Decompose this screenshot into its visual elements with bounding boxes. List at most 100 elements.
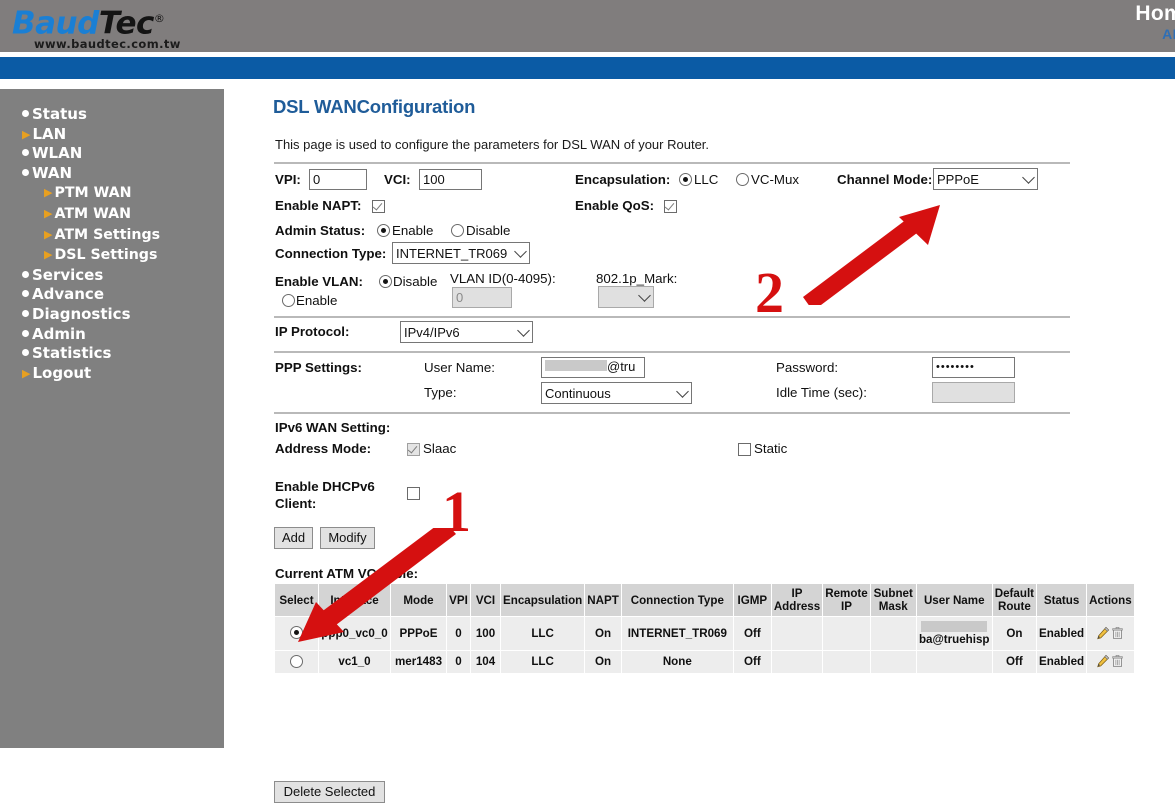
sidebar-item-dsl-settings[interactable]: ▶ DSL Settings	[0, 245, 224, 266]
row-actions-cell	[1086, 650, 1135, 674]
atm-vc-table: Select Interface Mode VPI VCI Encapsulation NA…	[274, 583, 1135, 674]
encapsulation-vcmux-radio[interactable]	[736, 173, 749, 186]
ip-protocol-select[interactable]: IPv4/IPv6	[400, 321, 533, 343]
page-title: DSL WANConfiguration	[273, 96, 476, 117]
encapsulation-vcmux-label: VC-Mux	[751, 172, 800, 187]
edit-pencil-icon[interactable]	[1096, 654, 1110, 668]
sidebar-item-advance[interactable]: Advance	[0, 285, 224, 305]
delete-trash-icon[interactable]	[1111, 626, 1124, 640]
address-mode-static-checkbox[interactable]	[738, 443, 751, 456]
blue-divider-bar	[0, 57, 1175, 79]
cell-interface: ppp0_vc0_0	[318, 616, 391, 651]
cell-status: Enabled	[1036, 616, 1088, 651]
sidebar-item-logout[interactable]: ▶ Logout	[0, 364, 224, 384]
logo-baud-text: Baud	[12, 5, 99, 42]
idle-time-input[interactable]	[932, 382, 1015, 403]
cell-interface: vc1_0	[318, 650, 391, 674]
divider-top	[274, 162, 1070, 164]
admin-status-disable-radio[interactable]	[451, 224, 464, 237]
cell-user-name: ba@truehisp	[915, 616, 993, 651]
address-mode-label: Address Mode:	[275, 441, 372, 456]
column-header-napt: NAPT	[584, 583, 622, 617]
column-header-actions: Actions	[1086, 583, 1135, 617]
sidebar-item-atm-settings[interactable]: ▶ ATM Settings	[0, 225, 224, 246]
vpi-input[interactable]	[309, 169, 367, 190]
cell-igmp: Off	[732, 616, 772, 651]
sidebar-item-label: Advance	[32, 285, 104, 304]
row-select-radio[interactable]	[290, 626, 303, 639]
channel-mode-select[interactable]: PPPoE	[933, 168, 1038, 190]
vlan-id-input[interactable]	[452, 287, 512, 308]
ppp-type-select[interactable]: Continuous	[541, 382, 692, 404]
cell-mode: PPPoE	[390, 616, 447, 651]
bullet-icon	[22, 168, 29, 176]
sidebar-item-label: WLAN	[32, 144, 83, 163]
address-mode-slaac-checkbox[interactable]	[407, 443, 420, 456]
password-label: Password:	[776, 360, 839, 375]
baudtec-logo[interactable]: BaudTec® www.baudtec.com.tw	[12, 2, 222, 51]
connection-type-label: Connection Type:	[275, 246, 387, 261]
column-header-user-name: User Name	[915, 583, 993, 617]
home-link[interactable]: Hom	[1135, 3, 1175, 24]
column-header-status: Status	[1036, 583, 1088, 617]
add-button[interactable]: Add	[274, 527, 313, 549]
cell-default-route: Off	[991, 650, 1038, 674]
row-select-radio[interactable]	[290, 654, 303, 668]
sidebar-item-label: Statistics	[32, 344, 112, 363]
admin-status-disable-label: Disable	[466, 223, 511, 238]
cell-user-name-text: ba@truehisp	[918, 633, 990, 646]
sidebar-item-ptm-wan[interactable]: ▶ PTM WAN	[0, 183, 224, 204]
sidebar-item-diagnostics[interactable]: Diagnostics	[0, 305, 224, 325]
connection-type-select[interactable]: INTERNET_TR069	[392, 242, 530, 264]
triangle-right-icon: ▶	[22, 127, 31, 141]
modify-button[interactable]: Modify	[320, 527, 375, 549]
triangle-right-icon: ▶	[44, 206, 53, 220]
dhcpv6-client-checkbox[interactable]	[407, 487, 420, 500]
admin-status-enable-radio[interactable]	[377, 224, 390, 237]
sidebar-item-status[interactable]: Status	[0, 105, 224, 125]
sidebar-item-statistics[interactable]: Statistics	[0, 344, 224, 364]
cell-encapsulation: LLC	[499, 650, 586, 674]
enable-vlan-disable-label: Disable	[393, 274, 438, 289]
cell-vpi: 0	[446, 616, 471, 651]
edit-pencil-icon[interactable]	[1096, 626, 1110, 640]
column-header-encapsulation: Encapsulation	[499, 583, 586, 617]
sidebar-item-label: Services	[32, 265, 104, 284]
password-input[interactable]: ••••••••	[932, 357, 1015, 378]
delete-selected-button[interactable]: Delete Selected	[274, 781, 385, 803]
enable-napt-checkbox[interactable]	[372, 200, 385, 213]
sidebar-item-lan[interactable]: ▶ LAN	[0, 125, 224, 145]
logo-wordmark: BaudTec®	[12, 2, 222, 40]
vci-label: VCI:	[384, 172, 411, 187]
delete-trash-icon[interactable]	[1111, 654, 1124, 668]
sidebar-item-wlan[interactable]: WLAN	[0, 144, 224, 164]
enable-qos-checkbox[interactable]	[664, 200, 677, 213]
user-name-input[interactable]: @tru	[541, 357, 645, 378]
sidebar-item-admin[interactable]: Admin	[0, 325, 224, 345]
column-header-subnet-mask: Subnet Mask	[869, 583, 917, 617]
cell-vci: 104	[470, 650, 501, 674]
dot1p-mark-select[interactable]	[598, 286, 654, 308]
ip-protocol-value: IPv4/IPv6	[404, 325, 460, 340]
encapsulation-label: Encapsulation:	[575, 172, 671, 187]
sidebar-item-label: Status	[32, 105, 87, 123]
sidebar-item-services[interactable]: Services	[0, 266, 224, 286]
idle-time-label: Idle Time (sec):	[776, 385, 867, 400]
encapsulation-llc-radio[interactable]	[679, 173, 692, 186]
dot1p-mark-label: 802.1p_Mark:	[596, 271, 678, 286]
divider-ppp	[274, 351, 1070, 353]
page-description: This page is used to configure the param…	[275, 137, 710, 152]
cell-encapsulation: LLC	[499, 616, 586, 651]
cell-default-route: On	[991, 616, 1038, 651]
sidebar-item-wan[interactable]: WAN	[0, 164, 224, 184]
annotation-number-2: 2	[755, 260, 784, 325]
sidebar-item-atm-wan[interactable]: ▶ ATM WAN	[0, 204, 224, 225]
vci-input[interactable]	[419, 169, 482, 190]
cell-mode: mer1483	[390, 650, 447, 674]
table-row: ppp0_vc0_0 PPPoE 0 100 LLC On INTERNET_TR069 Of…	[274, 616, 1135, 651]
enable-vlan-disable-radio[interactable]	[379, 275, 392, 288]
user-name-label: User Name:	[424, 360, 495, 375]
adsl-label: AD	[1162, 26, 1175, 42]
enable-vlan-enable-label: Enable	[296, 293, 338, 308]
enable-vlan-enable-radio[interactable]	[282, 294, 295, 307]
